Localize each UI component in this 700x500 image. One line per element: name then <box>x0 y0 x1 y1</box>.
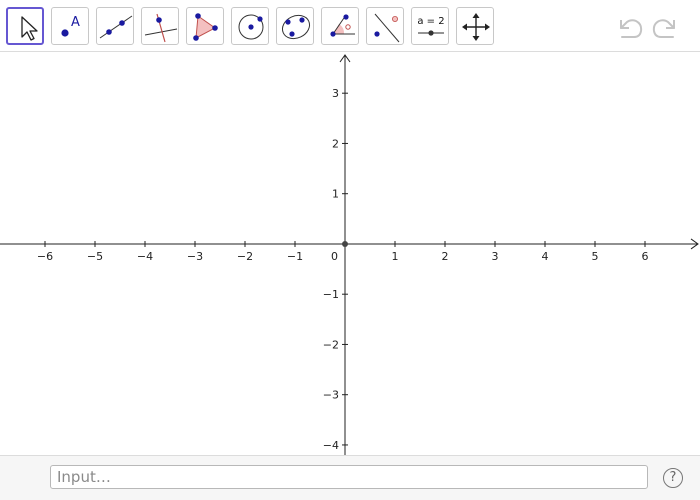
move-tool-button[interactable] <box>6 7 44 45</box>
redo-icon <box>652 19 675 38</box>
y-tick-label: −1 <box>323 288 339 301</box>
x-tick-label: −3 <box>187 250 203 263</box>
graphics-view[interactable]: −6 −5 −4 −3 −2 −1 1 2 3 4 5 6 3 2 1 −1 −2 −3 −4 0 <box>0 53 700 455</box>
redo-button[interactable] <box>650 12 682 40</box>
conic-tool-button[interactable] <box>276 7 314 45</box>
x-tick-label: −5 <box>87 250 103 263</box>
point-icon: A <box>61 15 80 37</box>
slider-tool-glyph: a = 2 <box>417 16 444 27</box>
y-tick-label: −3 <box>323 389 339 402</box>
y-tick-label: 3 <box>332 87 339 100</box>
algebra-input[interactable] <box>50 465 648 489</box>
undo-button[interactable] <box>613 12 645 40</box>
point-tool-glyph: A <box>71 15 80 30</box>
perpendicular-line-icon <box>144 13 178 43</box>
x-tick-label: −2 <box>237 250 253 263</box>
x-tick-label: 2 <box>442 250 449 263</box>
x-tick-label: −4 <box>137 250 153 263</box>
x-tick-label: 6 <box>642 250 649 263</box>
y-tick-label: 1 <box>332 188 339 201</box>
angle-icon <box>330 14 355 37</box>
line-tool-button[interactable] <box>96 7 134 45</box>
x-tick-label: −1 <box>287 250 303 263</box>
move-graphics-view-tool-button[interactable] <box>456 7 494 45</box>
x-tick-label: 1 <box>392 250 399 263</box>
y-tick-label: −4 <box>323 439 339 452</box>
x-tick-label: 5 <box>592 250 599 263</box>
x-tick-label: 4 <box>542 250 549 263</box>
coordinate-plane[interactable]: −6 −5 −4 −3 −2 −1 1 2 3 4 5 6 3 2 1 −1 −2 −3 −4 0 <box>0 53 700 455</box>
point-tool-button[interactable]: A <box>51 7 89 45</box>
polygon-icon <box>193 13 218 41</box>
slider-tool-button[interactable]: a = 2 <box>411 7 449 45</box>
help-button[interactable]: ? <box>663 468 683 488</box>
x-tick-label: 3 <box>492 250 499 263</box>
origin-label: 0 <box>331 250 338 263</box>
polygon-tool-button[interactable] <box>186 7 224 45</box>
reflect-about-line-icon <box>374 13 400 43</box>
input-bar: ? <box>0 455 700 500</box>
circle-tool-button[interactable] <box>231 7 269 45</box>
toolbar: A a = 2 <box>0 0 700 52</box>
arrow-cursor-icon <box>21 16 38 41</box>
tick-labels: −6 −5 −4 −3 −2 −1 1 2 3 4 5 6 3 2 1 −1 −2 −3 −4 0 <box>37 87 649 452</box>
x-tick-label: −6 <box>37 250 53 263</box>
reflect-tool-button[interactable] <box>366 7 404 45</box>
perpendicular-line-tool-button[interactable] <box>141 7 179 45</box>
origin-point[interactable] <box>342 240 348 247</box>
ellipse-icon <box>281 14 311 40</box>
y-tick-label: −2 <box>323 338 339 351</box>
four-way-arrow-icon <box>462 13 490 41</box>
angle-tool-button[interactable] <box>321 7 359 45</box>
y-tick-label: 2 <box>332 137 339 150</box>
line-through-points-icon <box>99 15 133 39</box>
slider-icon: a = 2 <box>417 16 445 36</box>
circle-with-center-icon <box>238 14 264 40</box>
undo-icon <box>620 19 643 38</box>
